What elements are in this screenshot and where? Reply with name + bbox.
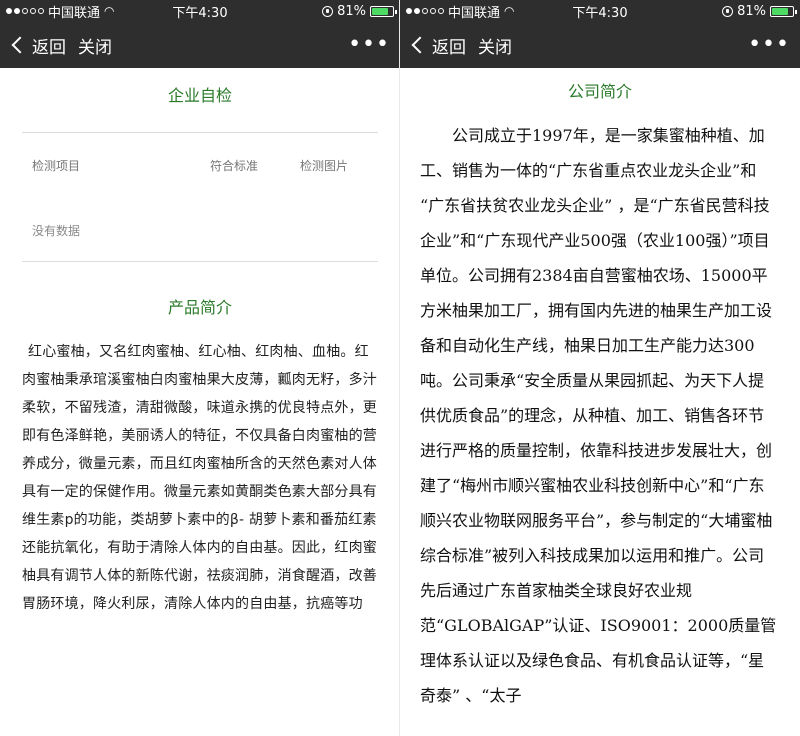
inspection-table-header: 检测项目 符合标准 检测图片 [22, 157, 378, 174]
close-button[interactable]: 关闭 [478, 33, 512, 58]
battery-percent: 81% [337, 3, 366, 19]
orientation-lock-icon [722, 5, 734, 17]
no-data-text: 没有数据 [32, 224, 81, 238]
nav-bar: 返回 关闭 ••• [400, 22, 800, 68]
chevron-left-icon [411, 36, 429, 54]
phone-screen-right: 中国联通 ◠ 下午4:30 81% 返回 关闭 ••• 公司简介 公司成立于19… [400, 0, 800, 736]
section-title-product-intro: 产品简介 [167, 298, 232, 317]
carrier-label: 中国联通 [448, 5, 501, 21]
battery-icon [370, 5, 397, 17]
section-title-company-intro: 公司简介 [567, 82, 632, 101]
more-icon[interactable]: ••• [348, 34, 390, 56]
battery-percent: 81% [737, 3, 766, 19]
back-label: 返回 [32, 37, 66, 58]
column-header-item: 检测项目 [32, 159, 81, 173]
wifi-icon: ◠ [104, 4, 115, 18]
column-header-standard: 符合标准 [210, 159, 259, 173]
signal-icon [406, 8, 444, 14]
column-header-image: 检测图片 [300, 159, 349, 173]
carrier-label: 中国联通 [48, 5, 101, 21]
status-bar: 中国联通 ◠ 下午4:30 81% [400, 0, 800, 22]
right-content: 公司简介 公司成立于1997年，是一家集蜜柚种植、加工、销售为一体的“广东省重点… [400, 78, 800, 713]
battery-icon [770, 5, 797, 17]
orientation-lock-icon [322, 5, 334, 17]
phone-screen-left: 中国联通 ◠ 下午4:30 81% 返回 关闭 ••• 企业自检 检测项目 符合… [0, 0, 400, 736]
nav-bar: 返回 关闭 ••• [0, 22, 400, 68]
back-button[interactable]: 返回 [410, 33, 466, 58]
signal-icon [6, 8, 44, 14]
left-content: 企业自检 检测项目 符合标准 检测图片 没有数据 产品简介 红心蜜柚，又名红肉蜜… [0, 82, 400, 618]
divider [22, 132, 378, 133]
wifi-icon: ◠ [504, 4, 515, 18]
divider [22, 261, 378, 262]
product-description: 红心蜜柚，又名红肉蜜柚、红心柚、红肉柚、血柚。红肉蜜柚秉承琯溪蜜柚白肉蜜柚果大皮… [22, 344, 377, 612]
back-label: 返回 [432, 37, 466, 58]
more-icon[interactable]: ••• [748, 34, 790, 56]
close-button[interactable]: 关闭 [78, 33, 112, 58]
screenshot-pair: 中国联通 ◠ 下午4:30 81% 返回 关闭 ••• 企业自检 检测项目 符合… [0, 0, 800, 736]
chevron-left-icon [11, 36, 29, 54]
company-description: 公司成立于1997年，是一家集蜜柚种植、加工、销售为一体的“广东省重点农业龙头企… [420, 126, 777, 705]
status-bar: 中国联通 ◠ 下午4:30 81% [0, 0, 400, 22]
section-title-self-check: 企业自检 [167, 86, 232, 105]
back-button[interactable]: 返回 [10, 33, 66, 58]
